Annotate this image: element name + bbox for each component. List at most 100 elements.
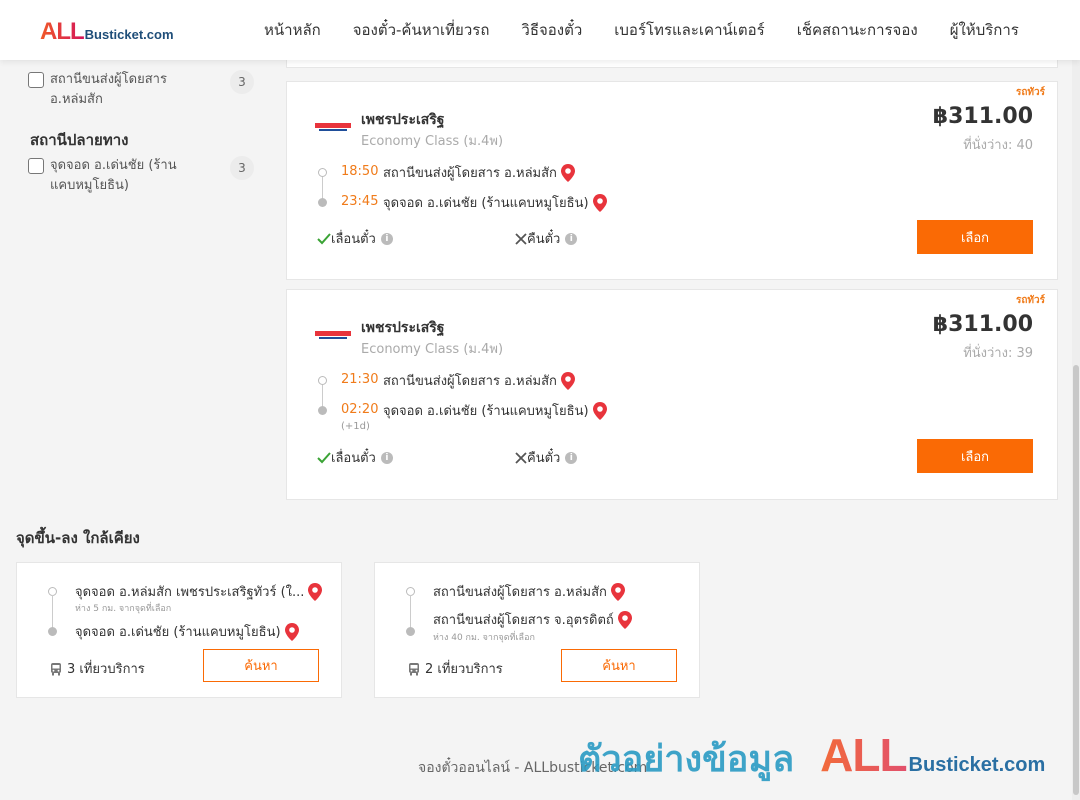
map-pin-icon[interactable]	[610, 582, 625, 601]
filter-origin-label: สถานีขนส่งผู้โดยสาร อ.หล่มสัก	[50, 72, 167, 107]
arrive-time: 23:45	[341, 194, 379, 209]
bus-class: Economy Class (ม.4พ)	[361, 342, 504, 357]
timeline-line	[410, 595, 411, 631]
arrive-stop-label: จุดจอด อ.เด่นชัย (ร้านแคบหมูโยธิน)	[383, 196, 589, 211]
map-pin-icon[interactable]	[308, 582, 323, 601]
depart-stop-label: สถานีขนส่งผู้โดยสาร อ.หล่มสัก	[383, 166, 557, 181]
logo-all-text: ALL	[40, 18, 85, 45]
page-scrollbar[interactable]	[1072, 60, 1080, 800]
filter-destination-checkbox[interactable]	[28, 158, 44, 174]
depart-time: 21:30	[341, 372, 379, 387]
filter-destination-item[interactable]: จุดจอด อ.เด่นชัย (ร้านแคบหมูโยธิน) 3	[28, 156, 254, 196]
nearby-route-card: จุดจอด อ.หล่มสัก เพชรประเสริฐทัวร์ (ใ...…	[16, 562, 342, 698]
bus-icon	[51, 662, 61, 675]
nearby-search-button[interactable]: ค้นหา	[203, 649, 319, 682]
ticket-price: ฿311.00	[932, 104, 1033, 129]
map-pin-icon[interactable]	[560, 163, 575, 182]
next-day-indicator: (+1d)	[341, 421, 370, 432]
depart-stop: สถานีขนส่งผู้โดยสาร อ.หล่มสัก	[383, 370, 575, 391]
timeline-end-dot	[318, 406, 327, 415]
nearby-to-label: จุดจอด อ.เด่นชัย (ร้านแคบหมูโยธิน)	[75, 625, 281, 640]
trip-count-label: 2 เที่ยวบริการ	[425, 662, 503, 677]
trip-card: รถทัวร์ เพชรประเสริฐ Economy Class (ม.4พ…	[286, 81, 1058, 280]
refund-ticket-policy: คืนตั๋ว i	[515, 228, 578, 249]
arrive-stop: จุดจอด อ.เด่นชัย (ร้านแคบหมูโยธิน)	[383, 400, 607, 421]
change-ticket-policy: เลื่อนตั๋ว i	[317, 228, 393, 249]
nearby-to-label: สถานีขนส่งผู้โดยสาร จ.อุตรดิตถ์	[433, 613, 614, 628]
select-trip-button[interactable]: เลือก	[917, 220, 1033, 254]
map-pin-icon[interactable]	[592, 401, 607, 420]
operator-logo-icon	[315, 123, 351, 131]
nearby-search-button[interactable]: ค้นหา	[561, 649, 677, 682]
nav-book-search[interactable]: จองตั๋ว-ค้นหาเที่ยวรถ	[353, 18, 490, 42]
main-nav: หน้าหลัก จองตั๋ว-ค้นหาเที่ยวรถ วิธีจองตั…	[248, 0, 1035, 60]
change-ticket-label: เลื่อนตั๋ว	[331, 232, 376, 247]
map-pin-icon[interactable]	[284, 622, 299, 641]
timeline-start-dot	[318, 376, 327, 385]
bus-type-tag: รถทัวร์	[1015, 87, 1045, 98]
nearby-stops-title: จุดขึ้น-ลง ใกล้เคียง	[16, 529, 140, 547]
info-icon[interactable]: i	[565, 232, 578, 245]
timeline-end-dot	[48, 627, 57, 636]
check-icon	[317, 232, 331, 244]
site-logo[interactable]: ALL Busticket.com	[40, 18, 174, 46]
refund-ticket-label: คืนตั๋ว	[527, 451, 561, 466]
nearby-from-stop: จุดจอด อ.หล่มสัก เพชรประเสริฐทัวร์ (ใ...	[75, 581, 323, 602]
nav-phone-counters[interactable]: เบอร์โทรและเคาน์เตอร์	[614, 18, 764, 42]
arrive-stop-label: จุดจอด อ.เด่นชัย (ร้านแคบหมูโยธิน)	[383, 404, 589, 419]
change-ticket-label: เลื่อนตั๋ว	[331, 451, 376, 466]
filter-origin-item[interactable]: สถานีขนส่งผู้โดยสาร อ.หล่มสัก 3	[28, 70, 254, 110]
ticket-price: ฿311.00	[932, 312, 1033, 337]
nav-home[interactable]: หน้าหลัก	[264, 18, 321, 42]
arrive-stop: จุดจอด อ.เด่นชัย (ร้านแคบหมูโยธิน)	[383, 192, 607, 213]
depart-stop-label: สถานีขนส่งผู้โดยสาร อ.หล่มสัก	[383, 374, 557, 389]
info-icon[interactable]: i	[380, 232, 393, 245]
depart-time: 18:50	[341, 164, 379, 179]
refund-ticket-label: คืนตั๋ว	[527, 232, 561, 247]
seats-available: ที่นั่งว่าง: 40	[963, 138, 1033, 153]
info-icon[interactable]: i	[380, 451, 393, 464]
nav-operators[interactable]: ผู้ให้บริการ	[950, 18, 1019, 42]
scrollbar-thumb[interactable]	[1073, 365, 1079, 795]
trip-card: รถทัวร์ เพชรประเสริฐ Economy Class (ม.4พ…	[286, 289, 1058, 500]
watermark-text: ตัวอย่างข้อมูล	[578, 739, 795, 780]
timeline-line	[52, 595, 53, 631]
cross-icon	[515, 232, 527, 245]
trip-count: 2 เที่ยวบริการ	[407, 658, 503, 679]
trip-count: 3 เที่ยวบริการ	[49, 658, 145, 679]
nav-how-to-book[interactable]: วิธีจองตั๋ว	[521, 18, 582, 42]
bus-type-tag: รถทัวร์	[1015, 295, 1045, 306]
map-pin-icon[interactable]	[592, 193, 607, 212]
nearby-to-stop: สถานีขนส่งผู้โดยสาร จ.อุตรดิตถ์	[433, 609, 632, 630]
watermark-logo-rest: Busticket.com	[908, 754, 1046, 776]
timeline-start-dot	[318, 168, 327, 177]
timeline-end-dot	[318, 198, 327, 207]
info-icon[interactable]: i	[565, 451, 578, 464]
select-trip-button[interactable]: เลือก	[917, 439, 1033, 473]
trip-count-label: 3 เที่ยวบริการ	[67, 662, 145, 677]
nearby-to-stop: จุดจอด อ.เด่นชัย (ร้านแคบหมูโยธิน)	[75, 621, 299, 642]
map-pin-icon[interactable]	[617, 610, 632, 629]
operator-logo-icon	[315, 331, 351, 339]
nearby-to-distance: ห่าง 40 กม. จากจุดที่เลือก	[433, 633, 535, 643]
nav-check-booking[interactable]: เช็คสถานะการจอง	[797, 18, 918, 42]
filter-origin-count: 3	[230, 70, 254, 94]
logo-domain-text: Busticket.com	[84, 27, 174, 42]
nearby-from-label: สถานีขนส่งผู้โดยสาร อ.หล่มสัก	[433, 585, 607, 600]
depart-stop: สถานีขนส่งผู้โดยสาร อ.หล่มสัก	[383, 162, 575, 183]
map-pin-icon[interactable]	[560, 371, 575, 390]
filter-origin-checkbox[interactable]	[28, 72, 44, 88]
cross-icon	[515, 451, 527, 464]
nearby-from-label: จุดจอด อ.หล่มสัก เพชรประเสริฐทัวร์ (ใ...	[75, 585, 305, 600]
top-header: ALL Busticket.com หน้าหลัก จองตั๋ว-ค้นหา…	[0, 0, 1080, 60]
filter-destination-label: จุดจอด อ.เด่นชัย (ร้านแคบหมูโยธิน)	[50, 158, 177, 193]
arrive-time: 02:20	[341, 402, 379, 417]
sample-data-watermark: ตัวอย่างข้อมูล ALL Busticket.com	[578, 728, 1045, 787]
nearby-from-distance: ห่าง 5 กม. จากจุดที่เลือก	[75, 604, 172, 614]
nearby-from-stop: สถานีขนส่งผู้โดยสาร อ.หล่มสัก	[433, 581, 625, 602]
timeline-line	[322, 385, 323, 407]
nearby-route-card: สถานีขนส่งผู้โดยสาร อ.หล่มสัก สถานีขนส่ง…	[374, 562, 700, 698]
bus-icon	[409, 662, 419, 675]
seats-available: ที่นั่งว่าง: 39	[963, 346, 1033, 361]
timeline-end-dot	[406, 627, 415, 636]
